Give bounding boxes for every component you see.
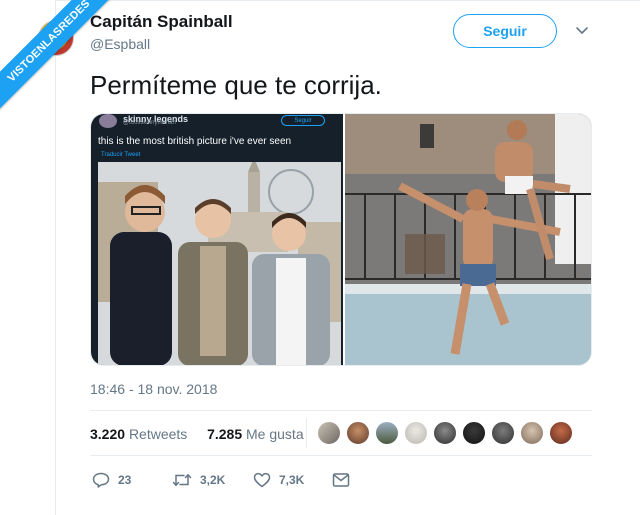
media-grid[interactable]: skinny legends @toosskinnymariah Seguir … xyxy=(90,113,592,366)
media-right-photo[interactable] xyxy=(345,114,591,365)
stats-divider xyxy=(306,418,307,448)
retweets-count[interactable]: 3.220 xyxy=(90,426,125,442)
likes-count[interactable]: 7.285 xyxy=(207,426,242,442)
like-count: 7,3K xyxy=(279,473,305,487)
liker-avatar[interactable] xyxy=(462,421,486,445)
divider-bottom xyxy=(90,455,592,456)
liker-avatar[interactable] xyxy=(491,421,515,445)
embedded-account-handle: @toosskinnymariah xyxy=(123,120,176,126)
embedded-photo xyxy=(98,162,341,365)
retweet-icon xyxy=(172,474,192,486)
tweet-timestamp[interactable]: 18:46 - 18 nov. 2018 xyxy=(90,381,217,397)
reply-count: 23 xyxy=(118,473,132,487)
liker-avatar[interactable] xyxy=(375,421,399,445)
embedded-avatar xyxy=(99,114,117,128)
liker-avatar[interactable] xyxy=(433,421,457,445)
divider-top xyxy=(90,410,592,411)
retweets-label[interactable]: Retweets xyxy=(129,426,187,442)
like-action[interactable]: 7,3K xyxy=(253,472,304,488)
retweet-count: 3,2K xyxy=(200,473,226,487)
reply-icon xyxy=(92,472,110,488)
tweet-text: Permíteme que te corrija. xyxy=(90,70,382,100)
direct-message-action[interactable] xyxy=(332,472,358,488)
user-name[interactable]: Capitán Spainball xyxy=(90,12,233,32)
embedded-follow-button: Seguir xyxy=(281,115,325,126)
retweet-action[interactable]: 3,2K xyxy=(172,472,225,488)
chevron-down-icon[interactable] xyxy=(575,24,589,38)
embedded-tweet-text: this is the most british picture i've ev… xyxy=(98,136,292,147)
likes-label[interactable]: Me gusta xyxy=(246,426,304,442)
liker-avatar[interactable] xyxy=(346,421,370,445)
message-icon xyxy=(332,473,350,487)
reply-action[interactable]: 23 xyxy=(92,472,131,488)
tweet-stats: 3.220 Retweets 7.285 Me gusta xyxy=(90,426,304,442)
follow-button[interactable]: Seguir xyxy=(453,14,557,48)
heart-icon xyxy=(253,472,271,488)
liker-avatar[interactable] xyxy=(317,421,341,445)
media-left-screenshot[interactable]: skinny legends @toosskinnymariah Seguir … xyxy=(91,114,343,365)
liker-avatar[interactable] xyxy=(520,421,544,445)
pool-photo xyxy=(345,114,591,365)
liker-avatar[interactable] xyxy=(404,421,428,445)
embedded-translate-link: Traducir Tweet xyxy=(101,152,141,158)
user-handle[interactable]: @Espball xyxy=(90,36,150,52)
liker-avatar[interactable] xyxy=(549,421,573,445)
